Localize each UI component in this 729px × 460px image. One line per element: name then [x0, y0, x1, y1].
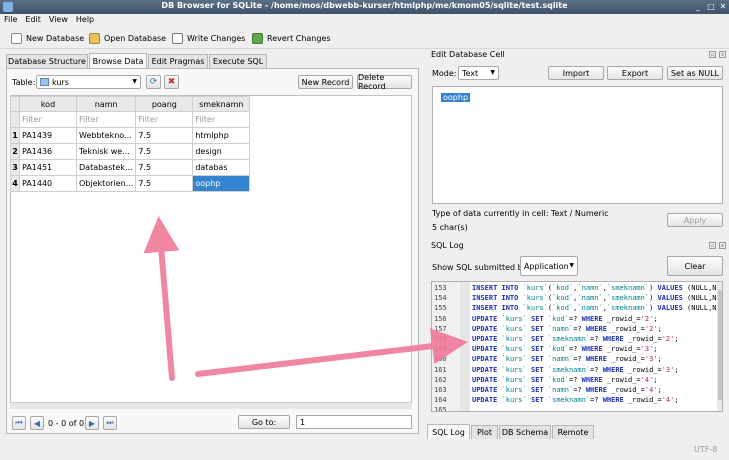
- annotation-overlay: [143, 216, 468, 381]
- annotation-arrow-up: [143, 216, 180, 381]
- annotation-arrow-right: [195, 328, 468, 377]
